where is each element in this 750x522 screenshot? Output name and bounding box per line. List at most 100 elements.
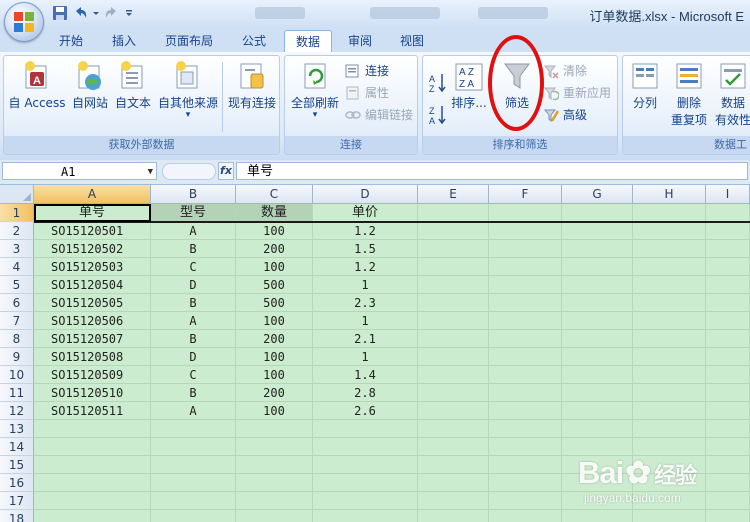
name-box[interactable]: A1 ▼ <box>2 162 157 180</box>
table-cell[interactable] <box>418 402 489 420</box>
select-all-corner[interactable] <box>0 185 34 204</box>
table-cell[interactable] <box>562 312 633 330</box>
table-cell[interactable] <box>151 456 236 474</box>
table-cell[interactable] <box>489 420 562 438</box>
table-cell[interactable] <box>489 258 562 276</box>
table-cell[interactable]: 500 <box>236 294 313 312</box>
from-text-button[interactable]: 自文本 <box>112 60 154 111</box>
table-cell[interactable] <box>151 510 236 522</box>
table-cell[interactable] <box>489 438 562 456</box>
table-cell[interactable] <box>633 222 706 240</box>
table-cell[interactable] <box>313 456 418 474</box>
refresh-all-button[interactable]: 全部刷新 ▾ <box>287 60 343 120</box>
table-cell[interactable]: SO15120504 <box>34 276 151 294</box>
row-header[interactable]: 11 <box>0 384 34 402</box>
table-cell[interactable] <box>633 348 706 366</box>
from-access-button[interactable]: A 自 Access <box>8 60 66 111</box>
table-cell[interactable] <box>34 492 151 510</box>
table-cell[interactable]: 1 <box>313 276 418 294</box>
table-cell[interactable] <box>418 474 489 492</box>
table-cell[interactable] <box>562 456 633 474</box>
header-cell[interactable]: 数量 <box>236 204 313 222</box>
table-cell[interactable]: 100 <box>236 222 313 240</box>
table-cell[interactable] <box>633 294 706 312</box>
properties-button[interactable]: 属性 <box>345 84 389 102</box>
table-cell[interactable] <box>706 474 750 492</box>
table-cell[interactable] <box>633 258 706 276</box>
column-header[interactable]: A <box>34 185 151 204</box>
column-header[interactable]: C <box>236 185 313 204</box>
table-cell[interactable]: SO15120506 <box>34 312 151 330</box>
row-header[interactable]: 6 <box>0 294 34 312</box>
table-cell[interactable]: SO15120511 <box>34 402 151 420</box>
header-cell[interactable] <box>706 204 750 222</box>
table-cell[interactable] <box>313 510 418 522</box>
sort-descending-icon[interactable]: ZA <box>429 104 447 129</box>
table-cell[interactable] <box>706 258 750 276</box>
table-cell[interactable] <box>313 492 418 510</box>
column-header[interactable]: B <box>151 185 236 204</box>
table-cell[interactable] <box>562 438 633 456</box>
save-icon[interactable] <box>52 5 68 21</box>
table-cell[interactable] <box>706 420 750 438</box>
table-cell[interactable] <box>562 510 633 522</box>
row-header[interactable]: 8 <box>0 330 34 348</box>
table-cell[interactable] <box>633 366 706 384</box>
table-cell[interactable] <box>706 366 750 384</box>
row-header[interactable]: 18 <box>0 510 34 522</box>
table-cell[interactable]: SO15120508 <box>34 348 151 366</box>
table-cell[interactable] <box>706 384 750 402</box>
table-cell[interactable] <box>236 474 313 492</box>
table-cell[interactable] <box>418 366 489 384</box>
table-cell[interactable] <box>562 240 633 258</box>
table-cell[interactable]: 200 <box>236 240 313 258</box>
table-cell[interactable]: 1 <box>313 348 418 366</box>
table-cell[interactable] <box>489 222 562 240</box>
table-cell[interactable]: B <box>151 294 236 312</box>
row-header[interactable]: 17 <box>0 492 34 510</box>
table-cell[interactable]: 2.8 <box>313 384 418 402</box>
header-cell[interactable]: 单价 <box>313 204 418 222</box>
table-cell[interactable] <box>489 240 562 258</box>
table-cell[interactable] <box>418 294 489 312</box>
header-cell[interactable]: 型号 <box>151 204 236 222</box>
table-cell[interactable]: SO15120510 <box>34 384 151 402</box>
table-cell[interactable]: A <box>151 402 236 420</box>
table-cell[interactable] <box>706 330 750 348</box>
table-cell[interactable] <box>633 312 706 330</box>
table-cell[interactable]: C <box>151 366 236 384</box>
table-cell[interactable] <box>706 240 750 258</box>
table-cell[interactable] <box>236 510 313 522</box>
remove-duplicates-button[interactable]: 删除 重复项 <box>667 60 711 128</box>
existing-connections-button[interactable]: 现有连接 <box>224 60 280 111</box>
tab-home[interactable]: 开始 <box>52 30 90 52</box>
table-cell[interactable] <box>633 420 706 438</box>
row-header[interactable]: 12 <box>0 402 34 420</box>
table-cell[interactable]: 200 <box>236 330 313 348</box>
table-cell[interactable] <box>706 510 750 522</box>
table-cell[interactable] <box>418 312 489 330</box>
row-header[interactable]: 16 <box>0 474 34 492</box>
table-cell[interactable] <box>489 330 562 348</box>
row-header[interactable]: 14 <box>0 438 34 456</box>
table-cell[interactable]: 200 <box>236 384 313 402</box>
reapply-button[interactable]: 重新应用 <box>543 84 611 102</box>
table-cell[interactable]: 1 <box>313 312 418 330</box>
table-cell[interactable] <box>562 402 633 420</box>
column-header[interactable]: I <box>706 185 750 204</box>
formula-input[interactable]: 单号 <box>236 162 748 180</box>
table-cell[interactable]: SO15120503 <box>34 258 151 276</box>
tab-review[interactable]: 审阅 <box>340 30 380 52</box>
table-cell[interactable]: SO15120502 <box>34 240 151 258</box>
row-header[interactable]: 1 <box>0 204 34 222</box>
table-cell[interactable] <box>313 420 418 438</box>
table-cell[interactable] <box>418 276 489 294</box>
table-cell[interactable]: B <box>151 240 236 258</box>
table-cell[interactable] <box>236 438 313 456</box>
table-cell[interactable]: 1.2 <box>313 222 418 240</box>
table-cell[interactable]: D <box>151 276 236 294</box>
table-cell[interactable] <box>706 276 750 294</box>
table-cell[interactable] <box>418 240 489 258</box>
connections-button[interactable]: 连接 <box>345 62 389 80</box>
from-web-button[interactable]: 自网站 <box>68 60 112 111</box>
